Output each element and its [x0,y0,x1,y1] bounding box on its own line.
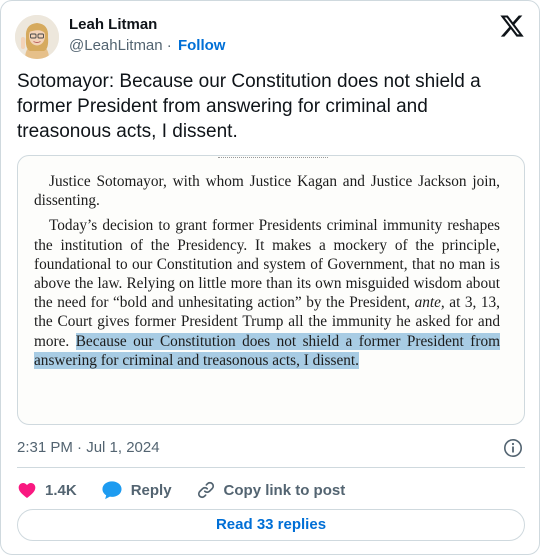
copy-link-button[interactable]: Copy link to post [196,480,346,500]
divider [17,467,525,468]
opinion-ante: ante, [414,294,445,312]
tweet-card: Leah Litman @LeahLitman · Follow Sotomay… [0,0,540,555]
opinion-paragraph: Today’s decision to grant former Preside… [34,216,500,370]
heart-icon [18,483,36,498]
author-handle[interactable]: @LeahLitman [69,37,163,54]
avatar[interactable] [15,15,59,59]
reply-button[interactable]: Reply [101,480,172,500]
separator-dot: · [166,37,172,54]
info-icon[interactable] [503,438,523,458]
speech-bubble-icon [102,481,122,500]
action-bar: 1.4K Reply Copy link to post [17,479,369,501]
highlighted-sentence: Because our Constitution does not shield… [34,332,500,369]
reply-label: Reply [130,481,172,499]
link-icon [197,481,214,499]
opinion-heading: Justice Sotomayor, with whom Justice Kag… [34,173,500,210]
cropped-edge [218,156,328,158]
handle-row: @LeahLitman · Follow [69,37,225,54]
author-name[interactable]: Leah Litman [69,16,157,33]
opinion-text: Justice Sotomayor, with whom Justice Kag… [34,172,500,370]
x-logo-icon[interactable] [499,13,525,39]
read-replies-button[interactable]: Read 33 replies [17,509,525,541]
like-button[interactable]: 1.4K [17,480,77,500]
copy-link-label: Copy link to post [223,481,346,499]
timestamp[interactable]: 2:31 PM · Jul 1, 2024 [17,439,160,456]
like-count: 1.4K [45,481,77,499]
tweet-image[interactable]: Justice Sotomayor, with whom Justice Kag… [17,155,525,425]
follow-button[interactable]: Follow [178,37,226,54]
tweet-text: Sotomayor: Because our Constitution does… [17,71,481,142]
